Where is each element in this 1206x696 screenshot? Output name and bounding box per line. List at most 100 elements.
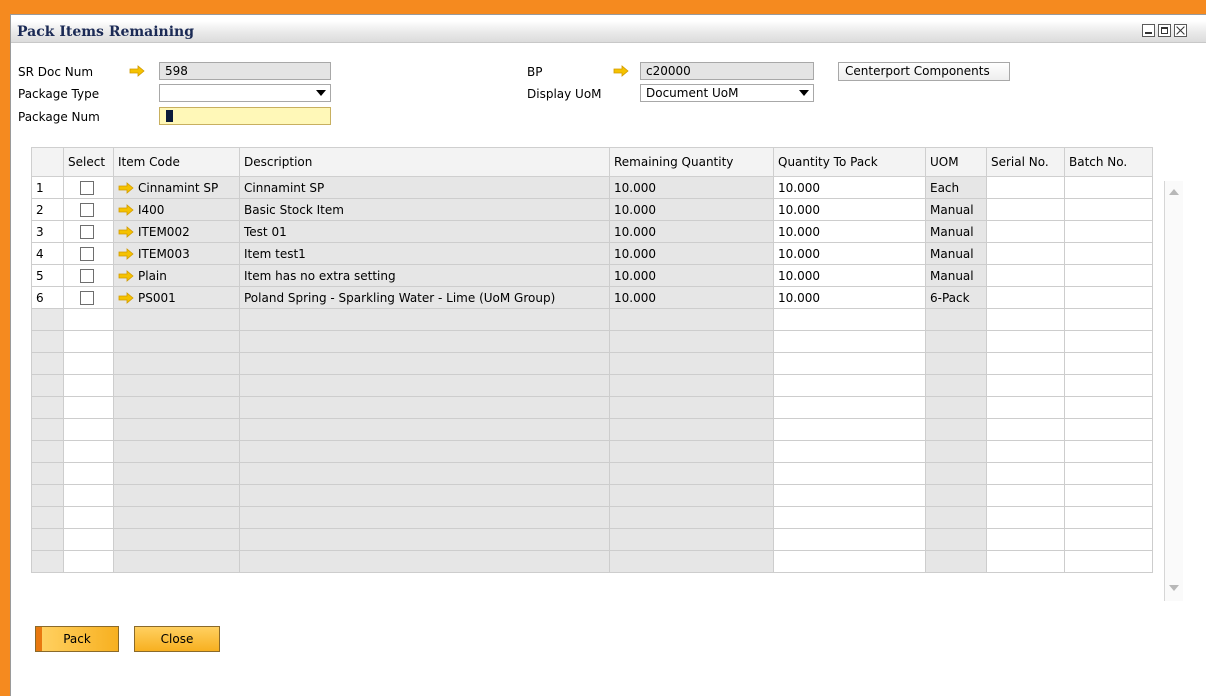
- col-header-quantity-to-pack[interactable]: Quantity To Pack: [773, 147, 926, 177]
- display-uom-select[interactable]: Document UoM: [640, 84, 814, 102]
- serial-no-cell[interactable]: [986, 352, 1065, 375]
- serial-no-cell[interactable]: [986, 462, 1065, 485]
- select-cell[interactable]: [63, 330, 114, 353]
- table-row[interactable]: 6 PS001 Poland Spring - Sparkling Water - …: [31, 286, 1153, 309]
- package-num-input[interactable]: 1: [159, 107, 331, 125]
- link-arrow-icon[interactable]: [118, 291, 134, 304]
- col-header-remaining-quantity[interactable]: Remaining Quantity: [609, 147, 774, 177]
- select-cell[interactable]: [63, 352, 114, 375]
- serial-no-cell[interactable]: [986, 264, 1065, 287]
- quantity-to-pack-cell[interactable]: 10.000: [773, 264, 926, 287]
- select-checkbox[interactable]: [80, 202, 94, 217]
- table-row[interactable]: 5 Plain Item has no extra setting 10.000 10.…: [31, 264, 1153, 287]
- package-type-select[interactable]: [159, 84, 331, 102]
- maximize-icon[interactable]: [1158, 24, 1171, 37]
- serial-no-cell[interactable]: [986, 528, 1065, 551]
- table-row[interactable]: [31, 506, 1153, 529]
- serial-no-cell[interactable]: [986, 286, 1065, 309]
- quantity-to-pack-cell[interactable]: [773, 352, 926, 375]
- table-row[interactable]: 3 ITEM002 Test 01 10.000 10.000 Manual: [31, 220, 1153, 243]
- close-window-icon[interactable]: [1174, 24, 1187, 37]
- table-row[interactable]: 4 ITEM003 Item test1 10.000 10.000 Manual: [31, 242, 1153, 265]
- link-arrow-icon[interactable]: [118, 225, 134, 238]
- batch-no-cell[interactable]: [1064, 550, 1153, 573]
- select-cell[interactable]: [63, 264, 114, 287]
- chevron-down-icon[interactable]: [799, 90, 809, 96]
- quantity-to-pack-cell[interactable]: [773, 484, 926, 507]
- col-header-serial-no[interactable]: Serial No.: [986, 147, 1065, 177]
- select-cell[interactable]: [63, 550, 114, 573]
- quantity-to-pack-cell[interactable]: 10.000: [773, 286, 926, 309]
- batch-no-cell[interactable]: [1064, 396, 1153, 419]
- quantity-to-pack-cell[interactable]: [773, 330, 926, 353]
- quantity-to-pack-cell[interactable]: 10.000: [773, 176, 926, 199]
- scroll-down-icon[interactable]: [1169, 585, 1179, 591]
- minimize-icon[interactable]: [1142, 24, 1155, 37]
- col-header-item-code[interactable]: Item Code: [113, 147, 240, 177]
- link-arrow-icon[interactable]: [118, 181, 134, 194]
- serial-no-cell[interactable]: [986, 506, 1065, 529]
- table-row[interactable]: 2 I400 Basic Stock Item 10.000 10.000 Manual: [31, 198, 1153, 221]
- bp-name-button[interactable]: Centerport Components: [838, 62, 1010, 81]
- serial-no-cell[interactable]: [986, 198, 1065, 221]
- pack-button[interactable]: Pack: [35, 626, 119, 652]
- table-row[interactable]: [31, 528, 1153, 551]
- serial-no-cell[interactable]: [986, 484, 1065, 507]
- batch-no-cell[interactable]: [1064, 528, 1153, 551]
- select-cell[interactable]: [63, 374, 114, 397]
- table-row[interactable]: [31, 462, 1153, 485]
- batch-no-cell[interactable]: [1064, 198, 1153, 221]
- quantity-to-pack-cell[interactable]: [773, 506, 926, 529]
- select-checkbox[interactable]: [80, 224, 94, 239]
- serial-no-cell[interactable]: [986, 396, 1065, 419]
- select-checkbox[interactable]: [80, 180, 94, 195]
- col-header-description[interactable]: Description: [239, 147, 610, 177]
- batch-no-cell[interactable]: [1064, 286, 1153, 309]
- batch-no-cell[interactable]: [1064, 330, 1153, 353]
- batch-no-cell[interactable]: [1064, 462, 1153, 485]
- table-row[interactable]: [31, 374, 1153, 397]
- select-checkbox[interactable]: [80, 290, 94, 305]
- quantity-to-pack-cell[interactable]: 10.000: [773, 220, 926, 243]
- select-cell[interactable]: [63, 484, 114, 507]
- select-cell[interactable]: [63, 396, 114, 419]
- select-cell[interactable]: [63, 308, 114, 331]
- batch-no-cell[interactable]: [1064, 308, 1153, 331]
- batch-no-cell[interactable]: [1064, 506, 1153, 529]
- select-cell[interactable]: [63, 242, 114, 265]
- vertical-scrollbar[interactable]: [1164, 181, 1183, 601]
- link-arrow-icon[interactable]: [129, 65, 145, 77]
- title-bar[interactable]: Pack Items Remaining: [11, 21, 1206, 43]
- scroll-up-icon[interactable]: [1169, 189, 1179, 195]
- select-cell[interactable]: [63, 198, 114, 221]
- quantity-to-pack-cell[interactable]: [773, 396, 926, 419]
- select-cell[interactable]: [63, 286, 114, 309]
- select-cell[interactable]: [63, 176, 114, 199]
- batch-no-cell[interactable]: [1064, 220, 1153, 243]
- link-arrow-icon[interactable]: [118, 247, 134, 260]
- col-header-batch-no[interactable]: Batch No.: [1064, 147, 1153, 177]
- serial-no-cell[interactable]: [986, 418, 1065, 441]
- table-row[interactable]: [31, 330, 1153, 353]
- batch-no-cell[interactable]: [1064, 440, 1153, 463]
- select-cell[interactable]: [63, 462, 114, 485]
- batch-no-cell[interactable]: [1064, 264, 1153, 287]
- serial-no-cell[interactable]: [986, 242, 1065, 265]
- serial-no-cell[interactable]: [986, 440, 1065, 463]
- select-cell[interactable]: [63, 418, 114, 441]
- quantity-to-pack-cell[interactable]: [773, 550, 926, 573]
- batch-no-cell[interactable]: [1064, 242, 1153, 265]
- col-header-uom[interactable]: UOM: [925, 147, 987, 177]
- link-arrow-icon[interactable]: [118, 269, 134, 282]
- select-checkbox[interactable]: [80, 268, 94, 283]
- close-button[interactable]: Close: [134, 626, 220, 652]
- quantity-to-pack-cell[interactable]: [773, 462, 926, 485]
- table-row[interactable]: [31, 418, 1153, 441]
- serial-no-cell[interactable]: [986, 374, 1065, 397]
- batch-no-cell[interactable]: [1064, 352, 1153, 375]
- table-row[interactable]: [31, 308, 1153, 331]
- table-row[interactable]: [31, 396, 1153, 419]
- serial-no-cell[interactable]: [986, 308, 1065, 331]
- quantity-to-pack-cell[interactable]: 10.000: [773, 198, 926, 221]
- select-cell[interactable]: [63, 506, 114, 529]
